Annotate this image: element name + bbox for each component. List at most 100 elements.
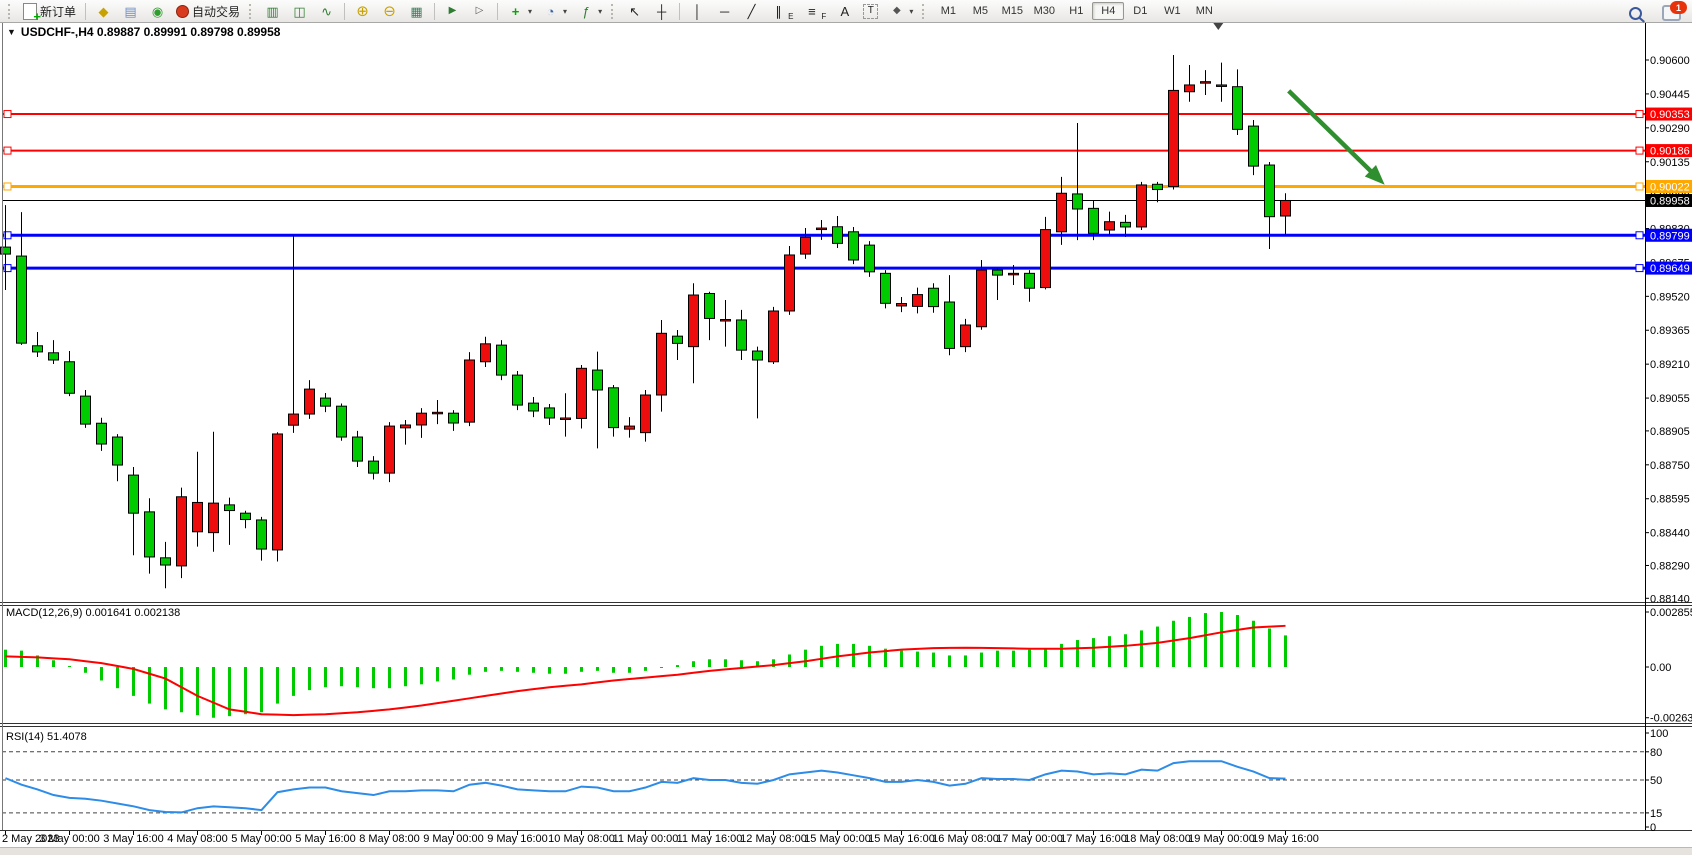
macd-histogram-bar [1124, 634, 1127, 667]
text-label-button[interactable]: T [858, 0, 883, 22]
macd-histogram-bar [708, 659, 711, 667]
candle [609, 388, 619, 428]
price-tick-label: 0.88290 [1650, 560, 1690, 572]
zoom-in-button[interactable]: ⊕ [349, 0, 376, 22]
fibonacci-button[interactable]: ≡ F [798, 0, 831, 22]
candle [1025, 273, 1035, 288]
timeframe-m30[interactable]: M30 [1028, 2, 1060, 20]
time-tick-label: 3 May 16:00 [103, 833, 164, 845]
vertical-line-button[interactable]: │ [684, 0, 711, 22]
cursor-icon: ↖ [626, 3, 643, 20]
candle [17, 256, 27, 343]
candle [49, 353, 59, 360]
clock-icon: ◔ [542, 3, 559, 20]
macd-histogram-bar [820, 646, 823, 667]
autotrading-button[interactable]: 自动交易 [171, 0, 245, 22]
price-badge: 0.89649 [1646, 262, 1692, 276]
chart-menu-triangle-icon[interactable]: ▼ [7, 27, 16, 37]
market-watch-button[interactable]: ◆ [90, 0, 117, 22]
timeframe-d1[interactable]: D1 [1124, 2, 1156, 20]
line-handle[interactable] [1636, 232, 1643, 239]
line-handle[interactable] [1636, 265, 1643, 272]
time-tick-label: 12 May 08:00 [740, 833, 807, 845]
time-tick-label: 19 May 00:00 [1188, 833, 1255, 845]
timeframe-h4[interactable]: H4 [1092, 2, 1124, 20]
candle [737, 320, 747, 350]
candle [833, 227, 843, 244]
candle [945, 302, 955, 348]
macd-histogram-bar [20, 651, 23, 667]
horizontal-line-button[interactable]: ─ [711, 0, 738, 22]
line-handle[interactable] [4, 183, 11, 190]
toolbar-grip[interactable] [922, 4, 928, 19]
crosshair-button[interactable]: ┼ [648, 0, 675, 22]
auto-scroll-button[interactable]: ▶ [439, 0, 466, 22]
toolbar-grip[interactable] [8, 4, 14, 19]
line-handle[interactable] [4, 111, 11, 118]
candle [801, 237, 811, 254]
timeframe-m1[interactable]: M1 [932, 2, 964, 20]
candle [1217, 85, 1227, 87]
timeframe-mn[interactable]: MN [1188, 2, 1220, 20]
trendline-button[interactable]: ╱ [738, 0, 765, 22]
terminal-button[interactable]: ◉ [144, 0, 171, 22]
macd-histogram-bar [1060, 644, 1063, 667]
timeframe-m15[interactable]: M15 [996, 2, 1028, 20]
text-tool-icon: A [836, 3, 853, 20]
navigator-button[interactable]: ▤ [117, 0, 144, 22]
macd-histogram-bar [1236, 615, 1239, 667]
candle [817, 228, 827, 230]
candle [433, 412, 443, 414]
macd-histogram-bar [340, 667, 343, 686]
periods-button[interactable]: ◔ ▾ [537, 0, 572, 22]
time-tick-label: 11 May 00:00 [613, 833, 679, 845]
indicators-button[interactable]: ƒ ▾ [572, 0, 607, 22]
macd-histogram-bar [548, 667, 551, 674]
candle [497, 345, 507, 375]
candle [241, 513, 251, 519]
search-button[interactable] [1624, 2, 1647, 24]
macd-histogram-bar [996, 651, 999, 667]
new-chart-button[interactable]: + ▾ [502, 0, 537, 22]
cursor-button[interactable]: ↖ [621, 0, 648, 22]
line-handle[interactable] [1636, 147, 1643, 154]
search-icon [1629, 7, 1642, 20]
timeframe-m5[interactable]: M5 [964, 2, 996, 20]
timeframe-w1[interactable]: W1 [1156, 2, 1188, 20]
text-tool-button[interactable]: A [831, 0, 858, 22]
crosshair-icon: ┼ [653, 3, 670, 20]
macd-histogram-bar [676, 665, 679, 667]
chart-canvas[interactable]: 0.906000.904450.902900.901350.899800.898… [0, 0, 1692, 855]
macd-histogram-bar [1204, 613, 1207, 667]
new-order-button[interactable]: 新订单 [18, 0, 81, 22]
svg-text:0.90353: 0.90353 [1650, 109, 1690, 121]
equidistant-channel-button[interactable]: ∥ E [765, 0, 798, 22]
line-chart-button[interactable]: ∿ [313, 0, 340, 22]
tile-windows-button[interactable]: ▦ [403, 0, 430, 22]
macd-histogram-bar [500, 667, 503, 671]
time-axis[interactable]: 2 May 20233 May 00:003 May 16:004 May 08… [2, 831, 1319, 845]
toolbar-grip[interactable] [611, 4, 617, 19]
timeframe-h1[interactable]: H1 [1060, 2, 1092, 20]
new-order-icon [23, 3, 37, 20]
zoom-in-icon: ⊕ [354, 3, 371, 20]
notifications-button[interactable]: 1 [1657, 2, 1686, 24]
candle [849, 232, 859, 260]
line-handle[interactable] [1636, 183, 1643, 190]
chart-shift-button[interactable]: ▷ [466, 0, 493, 22]
line-handle[interactable] [1636, 111, 1643, 118]
bar-chart-button[interactable]: ▥ [259, 0, 286, 22]
chart-title-bar[interactable]: ▼ USDCHF-,H4 0.89887 0.89991 0.89798 0.8… [7, 25, 280, 39]
toolbar-grip[interactable] [249, 4, 255, 19]
line-chart-icon: ∿ [318, 3, 335, 20]
zoom-out-button[interactable]: ⊖ [376, 0, 403, 22]
arrows-shapes-button[interactable]: ◆ ▾ [883, 0, 918, 22]
line-handle[interactable] [4, 147, 11, 154]
candlestick-chart-icon: ◫ [291, 3, 308, 20]
macd-histogram-bar [532, 667, 535, 673]
rsi-axis-label: 0 [1650, 822, 1656, 834]
candlestick-chart-button[interactable]: ◫ [286, 0, 313, 22]
macd-histogram-bar [244, 667, 247, 714]
candle [657, 333, 667, 395]
macd-histogram-bar [404, 667, 407, 686]
